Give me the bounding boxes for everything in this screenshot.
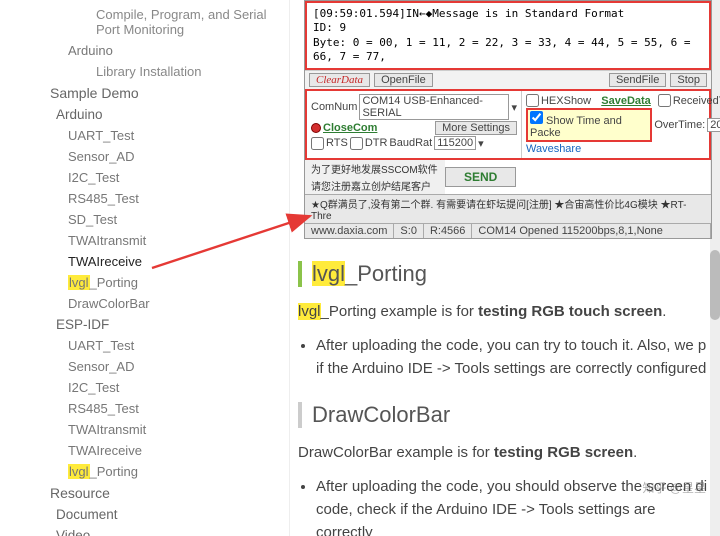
nav-item-TWAIreceive[interactable]: TWAIreceive [0,440,289,461]
watermark: 知乎 @星星 [642,479,706,496]
hexshow-checkbox[interactable] [526,94,539,107]
showtime-label: Show Time and Packe [530,115,622,139]
clear-data-button[interactable]: ClearData [309,73,370,87]
nav-item-ESP-IDF[interactable]: ESP-IDF [0,314,289,335]
nav-item-RS485_Test[interactable]: RS485_Test [0,398,289,419]
close-com-button[interactable]: CloseCom [323,122,377,134]
nav-item-Sample Demo[interactable]: Sample Demo [0,82,289,104]
serial-tool-screenshot: [09:59:01.594]IN←◆Message is in Standard… [304,0,712,239]
cn-note-2: 请您注册嘉立创炉结尾客户 [305,177,445,194]
baud-label: BaudRat [389,137,432,149]
nav-item-Library Installation[interactable]: Library Installation [0,61,289,82]
content-area: [09:59:01.594]IN←◆Message is in Standard… [290,0,720,536]
nav-item-lvgl_Porting[interactable]: lvgl_Porting [0,272,289,293]
status-r: R:4566 [424,224,472,238]
nav-item-Sensor_AD[interactable]: Sensor_AD [0,146,289,167]
stop-button[interactable]: Stop [670,73,707,87]
nav-item-TWAItransmit[interactable]: TWAItransmit [0,230,289,251]
hexshow-label: HEXShow [541,95,591,107]
para-lvgl: lvgl_Porting example is for testing RGB … [298,301,712,324]
dropdown-icon[interactable]: ▾ [478,137,484,150]
waveshare-text: Waveshare [526,143,581,155]
comnum-label: ComNum [311,101,357,113]
nav-item-UART_Test[interactable]: UART_Test [0,125,289,146]
nav-item-I2C_Test[interactable]: I2C_Test [0,167,289,188]
savedata-link[interactable]: SaveData [601,95,651,107]
status-site: www.daxia.com [305,224,394,238]
bullet-lvgl: After uploading the code, you can try to… [316,334,712,381]
heading-drawcolorbar: DrawColorBar [298,402,712,428]
nav-item-SD_Test[interactable]: SD_Test [0,209,289,230]
nav-item-Arduino[interactable]: Arduino [0,40,289,61]
dtr-checkbox[interactable] [350,137,363,150]
nav-item-UART_Test[interactable]: UART_Test [0,335,289,356]
heading-lvgl-porting: lvgl_Porting [298,261,712,287]
more-settings-button[interactable]: More Settings [435,121,517,135]
nav-item-Arduino[interactable]: Arduino [0,104,289,125]
send-button[interactable]: SEND [445,167,516,187]
receivedtofile-checkbox[interactable] [658,94,671,107]
rts-label: RTS [326,137,348,149]
sidebar: Compile, Program, and Serial Port Monito… [0,0,290,536]
dtr-label: DTR [365,137,388,149]
ad-line: ★Q群满员了,没有第二个群. 有需要请在虾坛提问[注册] ★合宙高性价比4G模块… [305,194,711,223]
para-draw: DrawColorBar example is for testing RGB … [298,442,712,465]
log-line: [09:59:01.594]IN←◆Message is in Standard… [313,7,703,21]
nav-item-lvgl_Porting[interactable]: lvgl_Porting [0,461,289,482]
status-bar: www.daxia.com S:0 R:4566 COM14 Opened 11… [305,223,711,238]
receivedtofile-label: ReceivedToFile [673,95,720,107]
log-line: Byte: 0 = 00, 1 = 11, 2 = 22, 3 = 33, 4 … [313,36,703,65]
nav-item-Resource[interactable]: Resource [0,482,289,504]
send-file-button[interactable]: SendFile [609,73,666,87]
baud-select[interactable]: 115200 [434,136,476,150]
nav-item-Compile, Program, and Serial Port Monitoring[interactable]: Compile, Program, and Serial Port Monito… [0,4,289,40]
overtime-label: OverTime: [654,119,705,131]
nav-item-Video[interactable]: Video [0,525,289,536]
nav-item-Sensor_AD[interactable]: Sensor_AD [0,356,289,377]
nav-item-TWAItransmit[interactable]: TWAItransmit [0,419,289,440]
overtime-input[interactable]: 20 [707,118,720,132]
serial-log: [09:59:01.594]IN←◆Message is in Standard… [305,1,711,70]
status-port: COM14 Opened 115200bps,8,1,None [472,224,711,238]
cn-note-1: 为了更好地发展SSCOM软件 [305,160,445,177]
showtime-checkbox[interactable] [530,111,543,124]
nav-item-Document[interactable]: Document [0,504,289,525]
nav-item-I2C_Test[interactable]: I2C_Test [0,377,289,398]
close-com-icon[interactable] [311,123,321,133]
log-line: ID: 9 [313,21,703,35]
nav-item-TWAIreceive[interactable]: TWAIreceive [0,251,289,272]
open-file-button[interactable]: OpenFile [374,73,433,87]
rts-checkbox[interactable] [311,137,324,150]
nav-item-RS485_Test[interactable]: RS485_Test [0,188,289,209]
dropdown-icon[interactable]: ▾ [511,101,517,114]
status-s: S:0 [394,224,424,238]
comnum-select[interactable]: COM14 USB-Enhanced-SERIAL [359,94,509,120]
nav-item-DrawColorBar[interactable]: DrawColorBar [0,293,289,314]
